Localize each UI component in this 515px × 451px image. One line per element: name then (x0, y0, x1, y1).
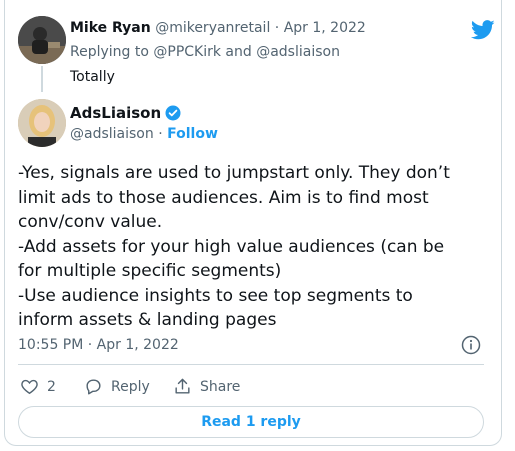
heart-icon (21, 379, 38, 395)
verified-badge-icon (165, 105, 181, 121)
reply-button[interactable]: Reply (84, 377, 150, 396)
tweet-body: -Yes, signals are used to jumpstart only… (18, 161, 478, 333)
reply-label: Reply (111, 378, 150, 395)
like-button[interactable]: 2 (20, 377, 56, 396)
parent-author-name[interactable]: Mike Ryan (70, 20, 151, 36)
info-icon[interactable] (461, 335, 481, 355)
author-handle[interactable]: @adsliaison (70, 126, 154, 142)
reply-bubble-icon (86, 379, 101, 395)
parent-tweet-text: Totally (70, 69, 115, 85)
replying-to-text[interactable]: Replying to @PPCKirk and @adsliaison (70, 44, 340, 60)
read-replies-button[interactable]: Read 1 reply (18, 406, 484, 438)
handle-separator: · (153, 126, 168, 142)
user-photo-icon (18, 16, 66, 64)
share-button[interactable]: Share (173, 377, 240, 396)
twitter-bird-icon[interactable] (471, 20, 495, 40)
tweet-timestamp[interactable]: 10:55 PM · Apr 1, 2022 (18, 337, 179, 353)
parent-handle-date[interactable]: @mikeryanretail · Apr 1, 2022 (155, 20, 366, 36)
avatar-mike-ryan[interactable] (18, 16, 66, 64)
tweet-line: -Add assets for your high value audience… (18, 236, 445, 257)
author-handle-row: @adsliaison · Follow (70, 126, 218, 142)
tweet-line: for multiple specific segments) (18, 261, 282, 281)
avatar-adsliaison[interactable] (18, 99, 66, 147)
thread-connector-line (41, 66, 43, 92)
share-label: Share (200, 378, 241, 395)
share-upload-icon (175, 378, 190, 394)
author-name[interactable]: AdsLiaison (70, 104, 161, 122)
follow-link[interactable]: Follow (167, 126, 218, 142)
tweet-line: -Use audience insights to see top segmen… (18, 285, 413, 306)
tweet-line: inform assets & landing pages (18, 310, 277, 330)
tweet-line: conv/conv value. (18, 212, 163, 232)
user-photo-icon (18, 99, 66, 147)
like-count: 2 (47, 378, 56, 395)
author-name-row: AdsLiaison (70, 104, 181, 122)
actions-divider (18, 364, 484, 365)
tweet-line: -Yes, signals are used to jumpstart only… (18, 163, 450, 183)
parent-author-row: Mike Ryan @mikeryanretail · Apr 1, 2022 (70, 20, 366, 36)
tweet-line: limit ads to those audiences. Aim is to … (18, 187, 429, 208)
